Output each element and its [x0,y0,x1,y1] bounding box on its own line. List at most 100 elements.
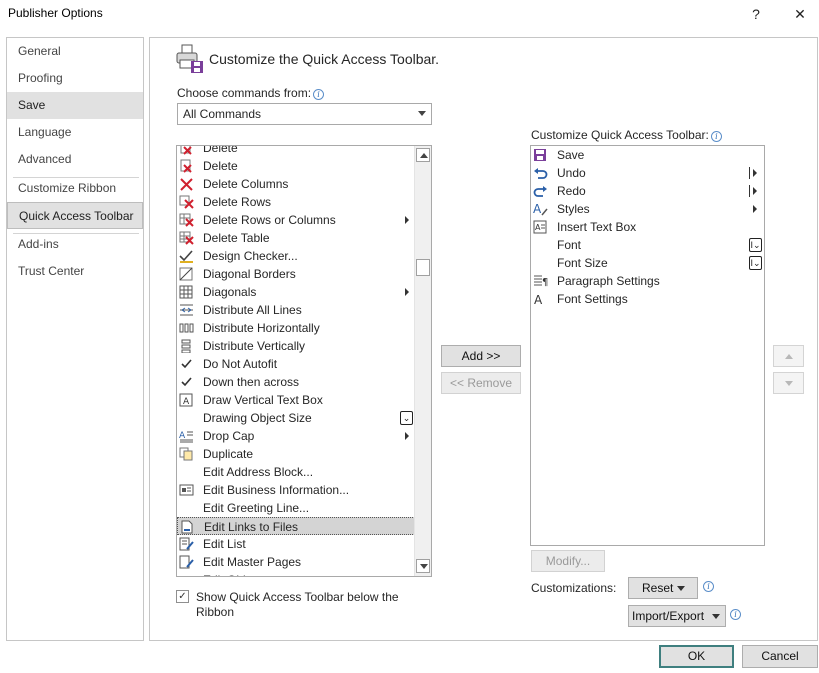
command-list-item[interactable]: Edit Business Information... [177,481,415,499]
toolbar-list-item[interactable]: Redo [531,182,764,200]
close-button[interactable]: ✕ [785,2,815,26]
command-list-item[interactable]: Edit List [177,535,415,553]
nav-item-proofing[interactable]: Proofing [7,65,143,92]
command-list-item[interactable]: Drawing Object Size ⌄ [177,409,415,427]
scroll-up-button[interactable] [416,148,430,162]
chevron-down-icon [418,111,426,116]
command-list-item[interactable]: Delete Rows [177,193,415,211]
redo-arrow-icon [533,184,548,198]
command-list-item[interactable]: Delete Rows or Columns [177,211,415,229]
command-list-item[interactable]: Edit Greeting Line... [177,499,415,517]
distribute-horizontally-icon [179,321,194,335]
command-label: Edit Links to Files [204,520,299,534]
text-box-icon: A [533,220,548,234]
split-divider [749,185,750,197]
show-below-ribbon-checkbox[interactable]: ✓ [176,590,189,603]
info-icon[interactable]: i [730,609,741,620]
nav-item-trust-center[interactable]: Trust Center [7,258,143,285]
nav-item-quick-access-toolbar[interactable]: Quick Access Toolbar [7,202,143,229]
command-list-item[interactable]: Edit Links to Files [177,517,415,535]
info-icon[interactable]: i [710,131,722,142]
toolbar-item-label: Insert Text Box [557,220,637,234]
show-below-ribbon-label[interactable]: Show Quick Access Toolbar below the Ribb… [196,590,411,620]
toolbar-list-item[interactable]: A Styles [531,200,764,218]
command-list-item[interactable]: Delete [177,146,415,157]
toolbar-item-label: Font Settings [557,292,628,306]
command-list-item[interactable]: Duplicate [177,445,415,463]
toolbar-list-item[interactable]: Undo [531,164,764,182]
toolbar-list-item[interactable]: Font I⌄ [531,236,764,254]
design-checker-icon [179,249,194,263]
command-label: Delete Table [203,231,270,245]
nav-item-advanced[interactable]: Advanced [7,146,143,173]
chevron-down-icon [420,564,428,569]
command-label: Drop Cap [203,429,255,443]
command-label: Do Not Autofit [203,357,278,371]
choose-commands-dropdown[interactable]: All Commands [177,103,432,125]
command-list-item[interactable]: Diagonals [177,283,415,301]
command-label: Edit List [203,537,246,551]
help-button[interactable]: ? [741,2,771,26]
move-up-button[interactable] [773,345,804,367]
add-button[interactable]: Add >> [441,345,521,367]
command-label: Delete Rows [203,195,272,209]
toolbar-list-item[interactable]: Font Size I⌄ [531,254,764,272]
nav-item-general[interactable]: General [7,38,143,65]
command-list-item[interactable]: Design Checker... [177,247,415,265]
ok-button[interactable]: OK [659,645,734,668]
add-button-label: Add >> [461,349,501,363]
command-label: Diagonals [203,285,257,299]
svg-text:¶: ¶ [542,277,548,288]
toolbar-item-label: Undo [557,166,586,180]
options-nav: General Proofing Save Language Advanced … [6,37,144,641]
toolbar-list-item[interactable]: A Font Settings [531,290,764,308]
remove-button[interactable]: << Remove [441,372,521,394]
info-icon[interactable]: i [313,89,325,100]
command-list-item[interactable]: A Draw Vertical Text Box [177,391,415,409]
chevron-up-icon [785,354,793,359]
command-list-item[interactable]: Edit Objects [177,571,415,576]
commands-list[interactable]: Delete Delete Delete Columns Delete Rows Del… [176,145,432,577]
chevron-right-icon [405,288,409,296]
command-list-item[interactable]: Distribute Horizontally [177,319,415,337]
command-list-item[interactable]: Do Not Autofit [177,355,415,373]
toolbar-list-item[interactable]: ¶ Paragraph Settings [531,272,764,290]
nav-item-save[interactable]: Save [7,92,143,119]
scroll-down-button[interactable] [416,559,430,573]
command-list-item[interactable]: Edit Address Block... [177,463,415,481]
edit-list-icon [179,537,194,551]
toolbar-items-list[interactable]: Save Undo Redo A Styles A Insert Text Box Font I… [530,145,765,546]
split-divider [749,167,750,179]
undo-arrow-icon [533,166,548,180]
cancel-button[interactable]: Cancel [742,645,818,668]
chevron-down-icon [712,614,720,619]
command-list-item[interactable]: Distribute Vertically [177,337,415,355]
command-list-item[interactable]: Delete Table [177,229,415,247]
command-list-item[interactable]: A Drop Cap [177,427,415,445]
info-icon[interactable]: i [703,581,714,592]
command-list-item[interactable]: Distribute All Lines [177,301,415,319]
nav-item-add-ins[interactable]: Add-ins [7,231,143,258]
modify-button[interactable]: Modify... [531,550,605,572]
import-export-button[interactable]: Import/Export [628,605,726,627]
scroll-thumb[interactable] [416,259,430,276]
toolbar-list-item[interactable]: Save [531,146,764,164]
command-list-item[interactable]: Edit Master Pages [177,553,415,571]
command-list-item[interactable]: Down then across [177,373,415,391]
reset-button[interactable]: Reset [628,577,698,599]
svg-text:A: A [535,223,541,232]
font-settings-icon: A [533,292,548,307]
command-label: Design Checker... [203,249,298,263]
command-list-item[interactable]: Delete Columns [177,175,415,193]
nav-item-language[interactable]: Language [7,119,143,146]
command-label: Drawing Object Size [203,411,312,425]
move-down-button[interactable] [773,372,804,394]
command-list-item[interactable]: Diagonal Borders [177,265,415,283]
command-list-item[interactable]: Delete [177,157,415,175]
distribute-vertically-icon [179,339,194,354]
nav-item-customize-ribbon[interactable]: Customize Ribbon [7,175,143,202]
delete-columns-icon [179,177,194,191]
toolbar-list-item[interactable]: A Insert Text Box [531,218,764,236]
commands-scrollbar[interactable] [414,146,431,576]
choose-commands-label: Choose commands from: i [177,86,325,100]
